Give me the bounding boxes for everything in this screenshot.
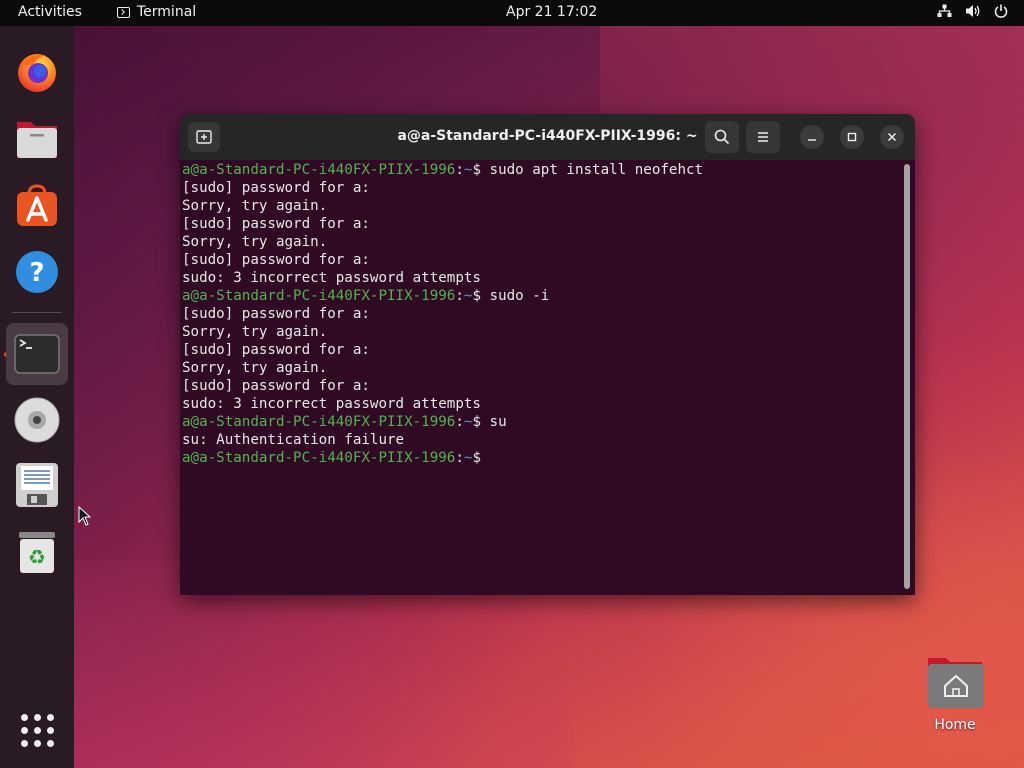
prompt-user: a@a-Standard-PC-i440FX-PIIX-1996 [182, 288, 456, 304]
files-launcher[interactable] [12, 114, 62, 164]
terminal-output-line: sudo: 3 incorrect password attempts [182, 396, 481, 412]
command-text: sudo apt install neofehct [489, 162, 704, 178]
terminal-output-line: sudo: 3 incorrect password attempts [182, 270, 481, 286]
terminal-output-line: [sudo] password for a: [182, 216, 370, 232]
help-launcher[interactable]: ? [12, 247, 62, 297]
terminal-prompt-line: a@a-Standard-PC-i440FX-PIIX-1996:~$ sudo… [182, 162, 704, 178]
terminal-output-line: Sorry, try again. [182, 198, 328, 214]
svg-text:?: ? [29, 258, 44, 288]
terminal-icon [117, 6, 130, 18]
terminal-prompt-line: a@a-Standard-PC-i440FX-PIIX-1996:~$ sudo… [182, 288, 550, 304]
command-text: su [489, 414, 507, 430]
help-icon: ? [16, 251, 58, 293]
app-menu[interactable]: Terminal [117, 4, 196, 20]
terminal-output-line: Sorry, try again. [182, 234, 328, 250]
text-editor-icon [16, 463, 58, 507]
terminal-output[interactable]: a@a-Standard-PC-i440FX-PIIX-1996:~$ sudo… [182, 161, 900, 591]
firefox-launcher[interactable] [12, 46, 62, 96]
search-icon [714, 129, 730, 145]
terminal-icon [14, 334, 60, 374]
terminal-window[interactable]: a@a-Standard-PC-i440FX-PIIX-1996: ~ a@a-… [180, 114, 915, 595]
terminal-output-line: Sorry, try again. [182, 360, 328, 376]
maximize-button[interactable] [840, 125, 864, 149]
home-folder-icon[interactable] [928, 656, 984, 708]
firefox-icon [18, 54, 56, 92]
app-center-launcher[interactable] [12, 181, 62, 231]
power-icon[interactable] [994, 4, 1008, 23]
app-center-icon [17, 184, 57, 226]
terminal-prompt-line: a@a-Standard-PC-i440FX-PIIX-1996:~$ su [182, 414, 507, 430]
terminal-launcher[interactable] [6, 323, 68, 385]
text-editor-launcher[interactable] [12, 460, 62, 510]
terminal-output-line: [sudo] password for a: [182, 378, 370, 394]
svg-text:♻: ♻ [28, 545, 46, 569]
scrollbar[interactable] [904, 164, 910, 589]
terminal-output-line: [sudo] password for a: [182, 180, 370, 196]
command-text: sudo -i [489, 288, 550, 304]
mouse-cursor-icon [78, 506, 92, 526]
terminal-output-line: [sudo] password for a: [182, 252, 370, 268]
search-button[interactable] [705, 121, 739, 153]
close-icon [887, 132, 897, 142]
clock[interactable]: Apr 21 17:02 [506, 4, 597, 20]
terminal-headerbar[interactable]: a@a-Standard-PC-i440FX-PIIX-1996: ~ [180, 114, 915, 160]
prompt-user: a@a-Standard-PC-i440FX-PIIX-1996 [182, 162, 456, 178]
volume-icon[interactable] [965, 4, 981, 23]
system-tray[interactable] [937, 4, 1008, 23]
home-folder-label[interactable]: Home [920, 717, 990, 733]
top-bar: Activities Terminal Apr 21 17:02 [0, 0, 1024, 26]
app-menu-label: Terminal [137, 4, 197, 20]
activities-button[interactable]: Activities [18, 4, 82, 20]
close-button[interactable] [880, 125, 904, 149]
prompt-user: a@a-Standard-PC-i440FX-PIIX-1996 [182, 450, 456, 466]
trash-launcher[interactable]: ♻ [12, 527, 62, 577]
terminal-output-line: [sudo] password for a: [182, 342, 370, 358]
dock-separator [12, 312, 62, 313]
network-icon[interactable] [937, 4, 952, 23]
trash-icon: ♻ [19, 532, 55, 573]
files-icon [17, 122, 57, 158]
dock: ? ♻ [0, 26, 74, 768]
hamburger-menu-icon [758, 132, 768, 142]
minimize-icon [808, 139, 816, 141]
terminal-output-line: su: Authentication failure [182, 432, 405, 448]
terminal-prompt-line: a@a-Standard-PC-i440FX-PIIX-1996:~$ [182, 450, 490, 466]
show-apps-icon[interactable] [21, 714, 54, 747]
menu-button[interactable] [746, 121, 780, 153]
terminal-output-line: Sorry, try again. [182, 324, 328, 340]
minimize-button[interactable] [800, 125, 824, 149]
terminal-output-line: [sudo] password for a: [182, 306, 370, 322]
disc-launcher[interactable] [12, 395, 62, 445]
maximize-icon [847, 132, 857, 142]
disc-icon [14, 397, 60, 443]
prompt-user: a@a-Standard-PC-i440FX-PIIX-1996 [182, 414, 456, 430]
